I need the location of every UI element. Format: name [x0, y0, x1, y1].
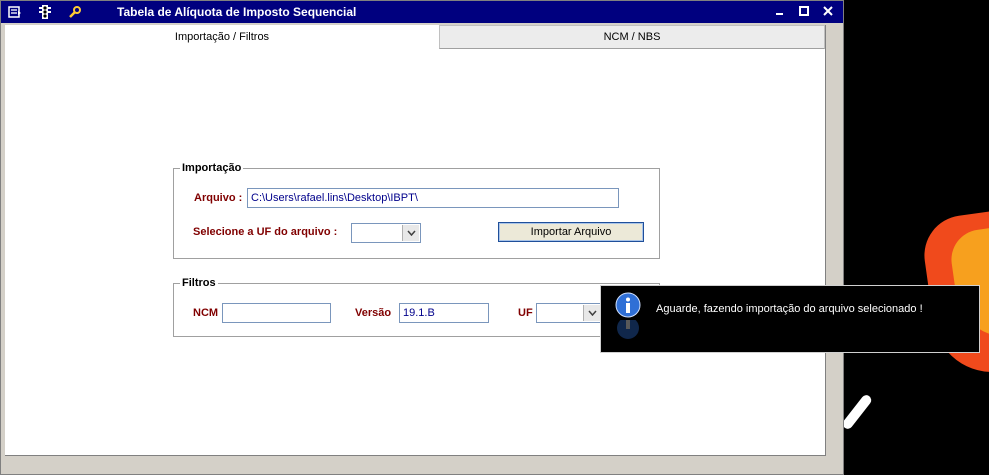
status-bar	[5, 457, 825, 469]
toast-message: Aguarde, fazendo importação do arquivo s…	[656, 303, 923, 315]
close-icon[interactable]	[821, 4, 835, 18]
uf-filter-select[interactable]	[536, 303, 602, 323]
tab-label: Importação / Filtros	[174, 31, 270, 43]
uf-label: UF	[518, 307, 533, 319]
versao-label: Versão	[355, 307, 392, 319]
title-bar: Tabela de Alíquota de Imposto Sequencial	[1, 1, 843, 23]
importacao-legend: Importação	[182, 162, 242, 174]
menu-icon[interactable]	[5, 2, 25, 22]
window-title: Tabela de Alíquota de Imposto Sequencial	[117, 5, 357, 19]
minimize-icon[interactable]	[773, 4, 787, 18]
tab-label: NCM / NBS	[603, 31, 661, 43]
desktop-wallpaper-shape	[840, 393, 874, 431]
tab-importacao-filtros[interactable]: Importação / Filtros	[5, 25, 439, 49]
notification-toast: Aguarde, fazendo importação do arquivo s…	[600, 285, 980, 353]
importar-arquivo-button[interactable]: Importar Arquivo	[498, 222, 644, 242]
chevron-down-icon[interactable]	[402, 225, 419, 241]
arquivo-input[interactable]	[247, 188, 619, 208]
traffic-light-icon[interactable]	[35, 2, 55, 22]
versao-input[interactable]	[399, 303, 489, 323]
info-icon-reflection	[617, 320, 639, 339]
info-icon	[615, 292, 641, 318]
tab-panel: Importação / Filtros NCM / NBS Importaçã…	[5, 25, 826, 456]
ncm-input[interactable]	[222, 303, 331, 323]
chevron-down-icon[interactable]	[583, 305, 600, 321]
wrench-icon[interactable]	[65, 2, 85, 22]
app-window: Tabela de Alíquota de Imposto Sequencial…	[0, 0, 844, 475]
ncm-label: NCM	[193, 307, 219, 319]
uf-arquivo-select[interactable]	[351, 223, 421, 243]
tab-ncm-nbs[interactable]: NCM / NBS	[439, 25, 825, 49]
maximize-icon[interactable]	[797, 4, 811, 18]
filtros-legend: Filtros	[182, 277, 216, 289]
importacao-group: Importação	[173, 162, 660, 259]
uf-arquivo-label: Selecione a UF do arquivo :	[193, 226, 338, 238]
arquivo-label: Arquivo :	[194, 192, 243, 204]
